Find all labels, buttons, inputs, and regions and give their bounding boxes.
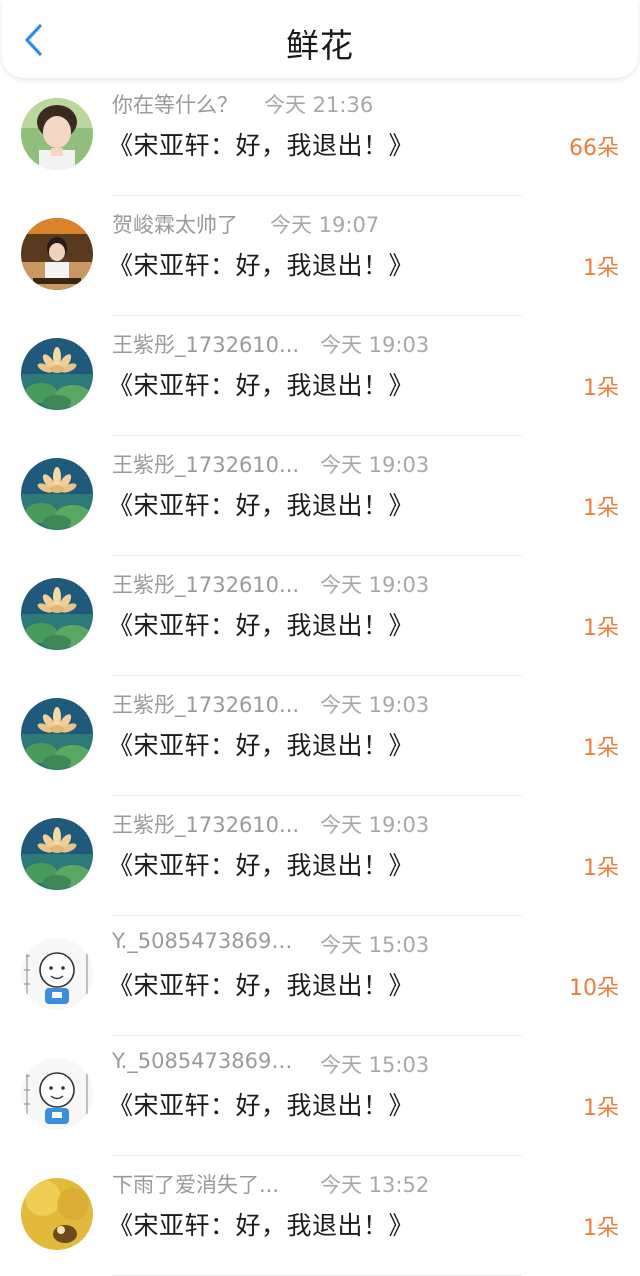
sender-name[interactable]: 王紫彤_1732610... [112, 449, 299, 479]
sender-name[interactable]: 王紫彤_1732610... [112, 569, 299, 599]
item-meta: 王紫彤_1732610... [112, 449, 299, 479]
flower-count: 1朵 [583, 1096, 619, 1121]
book-title[interactable]: 《宋亚轩：好，我退出！》 [108, 366, 414, 402]
flower-count: 66朵 [569, 136, 619, 161]
list-item[interactable]: 王紫彤_1732610... 今天 19:03 《宋亚轩：好，我退出！》 1朵 [0, 316, 640, 436]
avatar[interactable] [21, 698, 93, 770]
book-title[interactable]: 《宋亚轩：好，我退出！》 [108, 486, 414, 522]
item-meta: 王紫彤_1732610... [112, 569, 299, 599]
item-meta: 王紫彤_1732610... [112, 809, 299, 839]
timestamp: 今天 15:03 [320, 1053, 430, 1077]
list-item[interactable]: 王紫彤_1732610... 今天 19:03 《宋亚轩：好，我退出！》 1朵 [0, 436, 640, 556]
flower-count: 1朵 [583, 256, 619, 281]
book-title[interactable]: 《宋亚轩：好，我退出！》 [108, 846, 414, 882]
top-bar: 鲜花 [2, 0, 638, 78]
list-item[interactable]: 下雨了爱消失了... 今天 13:52 《宋亚轩：好，我退出！》 1朵 [0, 1156, 640, 1276]
list-item[interactable]: 王紫彤_1732610... 今天 19:03 《宋亚轩：好，我退出！》 1朵 [0, 556, 640, 676]
timestamp: 今天 15:03 [320, 933, 430, 957]
list-item[interactable]: 王紫彤_1732610... 今天 19:03 《宋亚轩：好，我退出！》 1朵 [0, 796, 640, 916]
list-item[interactable]: 你在等什么？ 今天 21:36 《宋亚轩：好，我退出！》 66朵 [0, 76, 640, 196]
sender-name[interactable]: 王紫彤_1732610... [112, 689, 299, 719]
sender-name[interactable]: 王紫彤_1732610... [112, 809, 299, 839]
book-title[interactable]: 《宋亚轩：好，我退出！》 [108, 606, 414, 642]
flower-count: 1朵 [583, 496, 619, 521]
book-title[interactable]: 《宋亚轩：好，我退出！》 [108, 126, 414, 162]
book-title[interactable]: 《宋亚轩：好，我退出！》 [108, 966, 414, 1002]
timestamp: 今天 13:52 [320, 1173, 430, 1197]
item-meta: 王紫彤_1732610... [112, 329, 299, 359]
flower-count: 1朵 [583, 616, 619, 641]
timestamp: 今天 19:03 [320, 813, 430, 837]
avatar[interactable] [21, 578, 93, 650]
avatar[interactable] [21, 218, 93, 290]
flower-count: 1朵 [583, 856, 619, 881]
page-title: 鲜花 [286, 26, 354, 65]
list-item[interactable]: Y._50854738691... 今天 15:03 《宋亚轩：好，我退出！》 10朵 [0, 916, 640, 1036]
sender-name[interactable]: 下雨了爱消失了... [112, 1169, 279, 1199]
flower-count: 10朵 [569, 976, 619, 1001]
sender-name[interactable]: Y._50854738691... [112, 929, 302, 953]
list-item[interactable]: 贺峻霖太帅了 今天 19:07 《宋亚轩：好，我退出！》 1朵 [0, 196, 640, 316]
item-meta: Y._50854738691... [112, 1049, 302, 1079]
book-title[interactable]: 《宋亚轩：好，我退出！》 [108, 1086, 414, 1122]
sender-name[interactable]: 王紫彤_1732610... [112, 329, 299, 359]
timestamp: 今天 19:03 [320, 573, 430, 597]
book-title[interactable]: 《宋亚轩：好，我退出！》 [108, 1206, 414, 1242]
list-item[interactable]: 王紫彤_1732610... 今天 19:03 《宋亚轩：好，我退出！》 1朵 [0, 676, 640, 796]
avatar[interactable] [21, 818, 93, 890]
avatar[interactable] [21, 458, 93, 530]
item-meta: 下雨了爱消失了... [112, 1169, 279, 1199]
item-meta: 王紫彤_1732610... [112, 689, 299, 719]
sender-name[interactable]: 贺峻霖太帅了 [112, 209, 238, 239]
flower-count: 1朵 [583, 736, 619, 761]
timestamp: 今天 19:03 [320, 693, 430, 717]
avatar[interactable] [21, 98, 93, 170]
flower-count: 1朵 [583, 376, 619, 401]
timestamp: 今天 19:03 [320, 333, 430, 357]
timestamp: 今天 19:07 [270, 213, 380, 237]
item-meta: Y._50854738691... [112, 929, 302, 959]
sender-name[interactable]: Y._50854738691... [112, 1049, 302, 1073]
item-meta: 你在等什么？ [112, 89, 238, 119]
avatar[interactable] [21, 938, 93, 1010]
book-title[interactable]: 《宋亚轩：好，我退出！》 [108, 246, 414, 282]
list-item[interactable]: Y._50854738691... 今天 15:03 《宋亚轩：好，我退出！》 1朵 [0, 1036, 640, 1156]
avatar[interactable] [21, 1058, 93, 1130]
sender-name[interactable]: 你在等什么？ [112, 89, 238, 119]
avatar[interactable] [21, 338, 93, 410]
timestamp: 今天 19:03 [320, 453, 430, 477]
item-meta: 贺峻霖太帅了 [112, 209, 238, 239]
flower-count: 1朵 [583, 1216, 619, 1241]
timestamp: 今天 21:36 [264, 93, 374, 117]
avatar[interactable] [21, 1178, 93, 1250]
book-title[interactable]: 《宋亚轩：好，我退出！》 [108, 726, 414, 762]
